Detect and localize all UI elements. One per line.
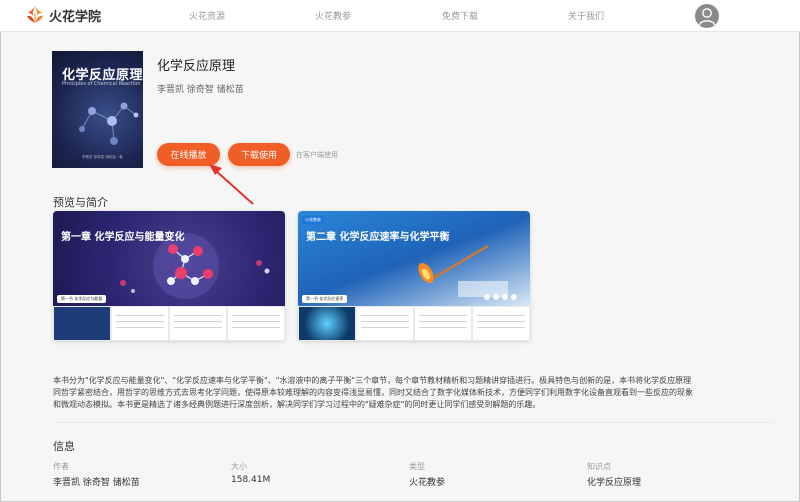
book-cover: 化学反应原理 Principles of Chemical Reaction 李… <box>52 51 143 168</box>
card-tag: 火花教参 <box>302 216 324 224</box>
info-value: 李晋凯 徐奇智 储松苗 <box>53 478 140 488</box>
brand-logo[interactable]: 火花学院 <box>24 4 101 26</box>
card-title: 第二章 化学反应速率与化学平衡 <box>306 232 450 243</box>
card-nav-dots <box>484 294 517 300</box>
book-title: 化学反应原理 <box>157 59 236 74</box>
info-value: 火花教参 <box>409 478 446 488</box>
flame-icon <box>27 6 43 23</box>
thumbnail <box>54 307 110 340</box>
client-hint: 在客户端使用 <box>296 151 338 159</box>
user-avatar[interactable] <box>695 4 719 28</box>
cover-footer: 李晋凯 徐奇智 储松苗 · 著 <box>82 155 123 159</box>
description-line: 本书分为"化学反应与能量变化"、"化学反应速率与化学平衡"、"水溶液中的离子平衡… <box>53 376 692 385</box>
card-title: 第一章 化学反应与能量变化 <box>61 232 185 243</box>
brand-name: 火花学院 <box>49 9 102 25</box>
description-line: 同哲学紧密结合，用哲学的思维方式去思考化学问题，使得原本较难理解的内容变得浅显易… <box>53 388 693 397</box>
info-label: 作者 <box>53 462 69 471</box>
section-divider <box>53 422 773 423</box>
molecule-illustration <box>120 233 270 299</box>
card-section-pill: 第一节 化学反应速率 <box>302 295 348 303</box>
info-section-title: 信息 <box>53 440 75 453</box>
info-field-size: 大小 158.41M <box>231 461 270 485</box>
info-label: 知识点 <box>587 462 611 471</box>
info-value: 158.41M <box>231 475 271 485</box>
info-field-knowledge-point: 知识点 化学反应原理 <box>587 461 641 488</box>
thumbnail <box>473 307 529 340</box>
info-field-type: 类型 火花教参 <box>409 461 445 488</box>
thumbnail <box>170 307 226 340</box>
card-slide-image: 第一章 化学反应与能量变化 第一节 化学反应与能量 <box>53 211 285 306</box>
nav-item-about[interactable]: 关于我们 <box>568 9 604 22</box>
card-section-pill: 第一节 化学反应与能量 <box>57 295 107 303</box>
book-description: 本书分为"化学反应与能量变化"、"化学反应速率与化学平衡"、"水溶液中的离子平衡… <box>53 375 773 411</box>
info-value: 化学反应原理 <box>587 478 642 488</box>
thumbnail <box>357 307 413 340</box>
top-nav: 火花学院 火花资源 火花教参 免费下载 关于我们 <box>0 0 800 32</box>
nav-item-teaching[interactable]: 火花教参 <box>315 9 351 22</box>
info-label: 大小 <box>231 462 247 471</box>
card-thumbnails <box>298 306 530 341</box>
preview-card-chapter-1[interactable]: 第一章 化学反应与能量变化 第一节 化学反应与能量 <box>53 211 285 341</box>
molecule-illustration <box>79 102 139 145</box>
info-label: 类型 <box>409 462 425 471</box>
card-slide-image: 火花教参 第二章 化学反应速率与化学平衡 第一节 化学反应速率 <box>298 211 530 306</box>
user-icon <box>698 8 716 26</box>
nav-item-free-download[interactable]: 免费下载 <box>442 9 478 22</box>
preview-section-title: 预览与简介 <box>53 196 108 209</box>
annotation-arrow <box>209 164 254 205</box>
thumbnail <box>112 307 168 340</box>
nav-item-resources[interactable]: 火花资源 <box>189 9 225 22</box>
match-flame-illustration <box>418 244 508 297</box>
thumbnail <box>299 307 355 340</box>
preview-card-chapter-2[interactable]: 火花教参 第二章 化学反应速率与化学平衡 第一节 化学反应速率 <box>298 211 530 341</box>
card-thumbnails <box>53 306 285 341</box>
description-line: 和微观动态模拟。本书更是精选了诸多经典例题进行深度剖析，解决同学们学习过程中的"… <box>53 400 541 409</box>
book-authors: 李晋凯 徐奇智 储松苗 <box>157 85 244 95</box>
thumbnail <box>415 307 471 340</box>
info-field-author: 作者 李晋凯 徐奇智 储松苗 <box>53 461 140 488</box>
thumbnail <box>228 307 284 340</box>
